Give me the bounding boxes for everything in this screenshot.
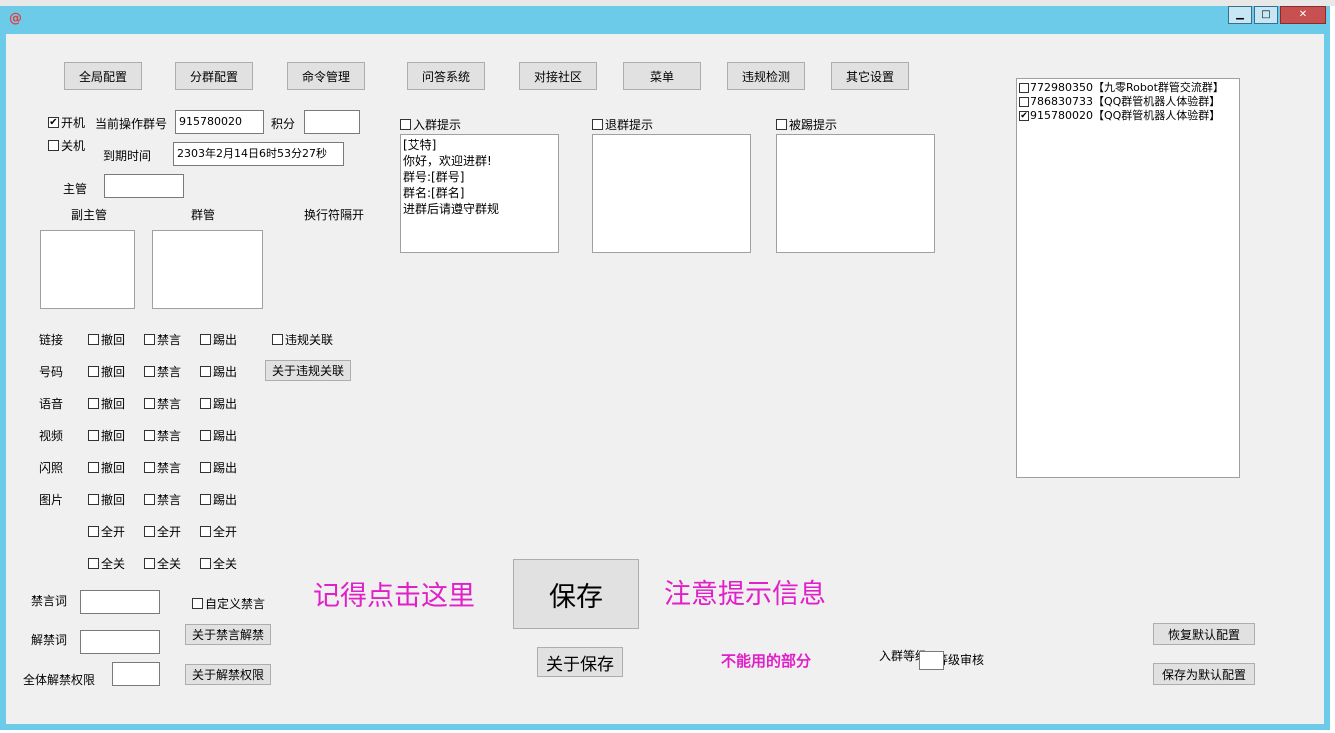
leave-prompt-textarea[interactable]	[592, 134, 751, 253]
menu-button[interactable]: 菜单	[623, 62, 701, 90]
all-unban-permission-input[interactable]	[112, 662, 160, 686]
current-group-input[interactable]: 915780020	[175, 110, 264, 134]
close-button[interactable]: ✕	[1280, 6, 1326, 24]
all-off-kick-checkbox[interactable]: 全关	[200, 555, 237, 572]
other-settings-button[interactable]: 其它设置	[831, 62, 909, 90]
unban-words-input[interactable]	[80, 630, 160, 654]
ban-words-input[interactable]	[80, 590, 160, 614]
all-on-recall-checkbox[interactable]: 全开	[88, 523, 125, 540]
points-input[interactable]	[304, 110, 360, 134]
minimize-button[interactable]: ▁	[1228, 6, 1252, 24]
violation-row-label: 图片	[39, 493, 64, 507]
qa-system-button[interactable]: 问答系统	[407, 62, 485, 90]
violation-row-label: 号码	[39, 365, 64, 379]
link-kick-checkbox[interactable]: 踢出	[200, 331, 237, 348]
at-sign-icon: @	[9, 11, 22, 26]
violation-row-label: 链接	[39, 333, 64, 347]
join-prompt-checkbox[interactable]: 入群提示	[400, 116, 461, 133]
image-kick-checkbox[interactable]: 踢出	[200, 491, 237, 508]
link-mute-checkbox[interactable]: 禁言	[144, 331, 181, 348]
save-as-default-button[interactable]: 保存为默认配置	[1153, 663, 1255, 685]
voice-mute-checkbox[interactable]: 禁言	[144, 395, 181, 412]
leave-prompt-checkbox[interactable]: 退群提示	[592, 116, 653, 133]
list-item[interactable]: 772980350【九零Robot群管交流群】	[1019, 81, 1237, 95]
join-prompt-textarea[interactable]: [艾特] 你好，欢迎进群! 群号:[群号] 群名:[群名] 进群后请遵守群规	[400, 134, 559, 253]
save-button[interactable]: 保存	[513, 559, 639, 629]
about-save-button[interactable]: 关于保存	[537, 647, 623, 677]
ban-words-label: 禁言词	[31, 594, 68, 608]
link-recall-checkbox[interactable]: 撤回	[88, 331, 125, 348]
violation-row-label: 视频	[39, 429, 64, 443]
deputy-admin-label: 副主管	[71, 208, 108, 222]
all-unban-permission-label: 全体解禁权限	[23, 673, 96, 687]
remember-click-note: 记得点击这里	[313, 581, 475, 612]
flash-mute-checkbox[interactable]: 禁言	[144, 459, 181, 476]
app-window: @ ▁ □ ✕ 全局配置 分群配置 命令管理 问答系统 对接社区 菜单 违规检测…	[0, 6, 1330, 730]
video-recall-checkbox[interactable]: 撤回	[88, 427, 125, 444]
about-ban-unban-button[interactable]: 关于禁言解禁	[185, 624, 271, 645]
number-recall-checkbox[interactable]: 撤回	[88, 363, 125, 380]
admin-label: 主管	[63, 182, 88, 196]
power-on-checkbox[interactable]: ✔ 开机	[48, 114, 85, 131]
expire-label: 到期时间	[103, 149, 152, 163]
video-mute-checkbox[interactable]: 禁言	[144, 427, 181, 444]
kicked-prompt-textarea[interactable]	[776, 134, 935, 253]
custom-ban-checkbox[interactable]: 自定义禁言	[192, 595, 265, 612]
flash-recall-checkbox[interactable]: 撤回	[88, 459, 125, 476]
global-config-button[interactable]: 全局配置	[64, 62, 142, 90]
violation-row-label: 闪照	[39, 461, 64, 475]
all-on-kick-checkbox[interactable]: 全开	[200, 523, 237, 540]
flash-kick-checkbox[interactable]: 踢出	[200, 459, 237, 476]
about-unban-permission-button[interactable]: 关于解禁权限	[185, 664, 271, 685]
expire-input[interactable]: 2303年2月14日6时53分27秒	[173, 142, 344, 166]
check-icon: ✔	[1019, 111, 1029, 121]
group-admin-label: 群管	[191, 208, 216, 222]
list-item[interactable]: ✔ 915780020【QQ群管机器人体验群】	[1019, 109, 1237, 123]
restore-default-button[interactable]: 恢复默认配置	[1153, 623, 1255, 645]
all-off-recall-checkbox[interactable]: 全关	[88, 555, 125, 572]
all-off-mute-checkbox[interactable]: 全关	[144, 555, 181, 572]
client-area: 全局配置 分群配置 命令管理 问答系统 对接社区 菜单 违规检测 其它设置 ✔ 开…	[6, 34, 1324, 724]
join-level-input[interactable]	[919, 651, 944, 670]
about-violation-link-button[interactable]: 关于违规关联	[265, 360, 351, 381]
kicked-prompt-checkbox[interactable]: 被踢提示	[776, 116, 837, 133]
list-item[interactable]: 786830733【QQ群管机器人体验群】	[1019, 95, 1237, 109]
violation-row-label: 语音	[39, 397, 64, 411]
admin-input[interactable]	[104, 174, 184, 198]
notice-info-note: 注意提示信息	[664, 579, 826, 610]
number-mute-checkbox[interactable]: 禁言	[144, 363, 181, 380]
deputy-admin-textarea[interactable]	[40, 230, 135, 309]
all-on-mute-checkbox[interactable]: 全开	[144, 523, 181, 540]
points-label: 积分	[271, 117, 296, 131]
group-list[interactable]: 772980350【九零Robot群管交流群】 786830733【QQ群管机器…	[1016, 78, 1240, 478]
video-kick-checkbox[interactable]: 踢出	[200, 427, 237, 444]
unban-words-label: 解禁词	[31, 633, 68, 647]
check-icon: ✔	[48, 117, 59, 128]
violation-link-checkbox[interactable]: 违规关联	[272, 331, 333, 348]
group-admin-textarea[interactable]	[152, 230, 263, 309]
power-off-checkbox[interactable]: 关机	[48, 137, 85, 154]
command-manage-button[interactable]: 命令管理	[287, 62, 365, 90]
number-kick-checkbox[interactable]: 踢出	[200, 363, 237, 380]
voice-recall-checkbox[interactable]: 撤回	[88, 395, 125, 412]
image-recall-checkbox[interactable]: 撤回	[88, 491, 125, 508]
group-config-button[interactable]: 分群配置	[175, 62, 253, 90]
current-group-label: 当前操作群号	[95, 117, 168, 131]
maximize-button[interactable]: □	[1254, 6, 1278, 24]
community-button[interactable]: 对接社区	[519, 62, 597, 90]
image-mute-checkbox[interactable]: 禁言	[144, 491, 181, 508]
newline-hint-label: 换行符隔开	[304, 208, 365, 222]
voice-kick-checkbox[interactable]: 踢出	[200, 395, 237, 412]
violation-check-button[interactable]: 违规检测	[727, 62, 805, 90]
title-bar[interactable]: @ ▁ □ ✕	[0, 6, 1330, 31]
unusable-part-note: 不能用的部分	[721, 652, 812, 670]
